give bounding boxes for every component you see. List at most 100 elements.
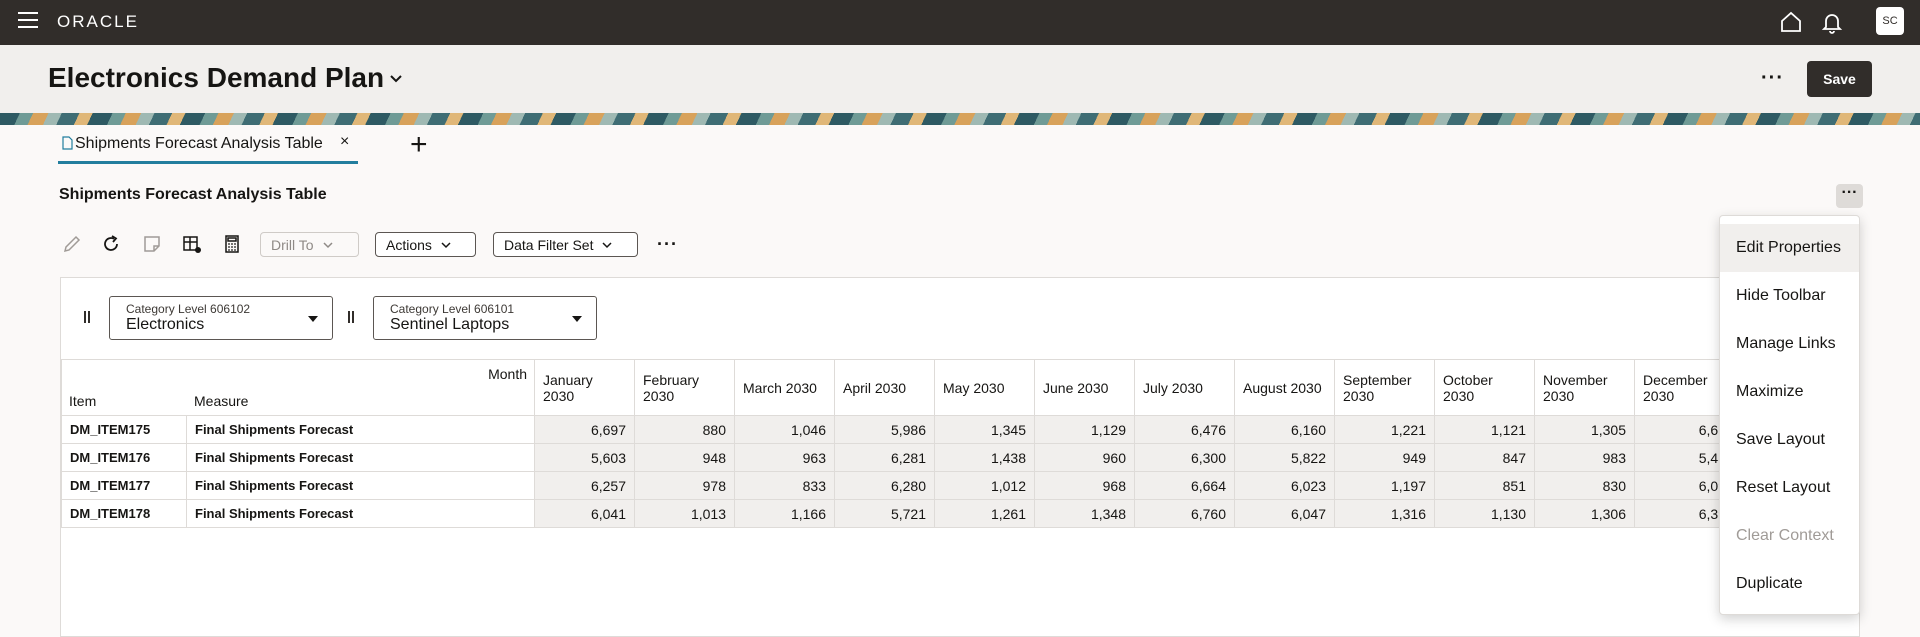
item-cell: DM_ITEM177 bbox=[61, 471, 187, 500]
menu-icon[interactable] bbox=[18, 12, 38, 30]
value-cell[interactable]: 1,121 bbox=[1434, 415, 1535, 444]
value-cell[interactable]: 963 bbox=[734, 443, 835, 472]
measure-cell: Final Shipments Forecast bbox=[186, 443, 535, 472]
value-cell[interactable]: 6,476 bbox=[1134, 415, 1235, 444]
column-header[interactable]: September 2030 bbox=[1334, 359, 1435, 416]
value-cell[interactable]: 6,257 bbox=[534, 471, 635, 500]
value-cell[interactable]: 1,129 bbox=[1034, 415, 1135, 444]
menu-item-edit-properties[interactable]: Edit Properties bbox=[1720, 224, 1859, 272]
grip-icon[interactable] bbox=[348, 310, 356, 324]
menu-item-save-layout[interactable]: Save Layout bbox=[1720, 416, 1859, 464]
category-level-606101-select[interactable]: Category Level 606101 Sentinel Laptops bbox=[373, 296, 597, 340]
value-cell[interactable]: 6,160 bbox=[1234, 415, 1335, 444]
value-cell[interactable]: 830 bbox=[1534, 471, 1635, 500]
value-cell[interactable]: 949 bbox=[1334, 443, 1435, 472]
note-icon[interactable] bbox=[141, 233, 163, 255]
table-row[interactable]: DM_ITEM175 Final Shipments Forecast 6,697 8… bbox=[61, 415, 1735, 444]
menu-item-reset-layout[interactable]: Reset Layout bbox=[1720, 464, 1859, 512]
value-cell[interactable]: 6,280 bbox=[834, 471, 935, 500]
value-cell[interactable]: 1,130 bbox=[1434, 499, 1535, 528]
value-cell[interactable]: 5,603 bbox=[534, 443, 635, 472]
value-cell[interactable]: 847 bbox=[1434, 443, 1535, 472]
column-header[interactable]: August 2030 bbox=[1234, 359, 1335, 416]
value-cell[interactable]: 948 bbox=[634, 443, 735, 472]
category-level-606102-select[interactable]: Category Level 606102 Electronics bbox=[109, 296, 333, 340]
value-cell[interactable]: 6,760 bbox=[1134, 499, 1235, 528]
column-header[interactable]: October 2030 bbox=[1434, 359, 1535, 416]
column-header[interactable]: April 2030 bbox=[834, 359, 935, 416]
value-cell[interactable]: 1,046 bbox=[734, 415, 835, 444]
value-cell[interactable]: 6,300 bbox=[1134, 443, 1235, 472]
value-cell[interactable]: 6,281 bbox=[834, 443, 935, 472]
value-cell[interactable]: 1,013 bbox=[634, 499, 735, 528]
toolbar-more-button[interactable]: ··· bbox=[657, 234, 678, 255]
column-header[interactable]: June 2030 bbox=[1034, 359, 1135, 416]
value-cell[interactable]: 880 bbox=[634, 415, 735, 444]
close-icon[interactable]: × bbox=[340, 133, 349, 151]
value-cell[interactable]: 6,023 bbox=[1234, 471, 1335, 500]
document-icon bbox=[62, 136, 73, 150]
page-title: Electronics Demand Plan bbox=[48, 62, 385, 93]
actions-button[interactable]: Actions bbox=[375, 232, 476, 257]
value-cell[interactable]: 6,041 bbox=[534, 499, 635, 528]
value-cell[interactable]: 1,305 bbox=[1534, 415, 1635, 444]
value-cell[interactable]: 960 bbox=[1034, 443, 1135, 472]
section-more-button[interactable]: ··· bbox=[1836, 184, 1863, 208]
column-header[interactable]: November 2030 bbox=[1534, 359, 1635, 416]
column-header[interactable]: March 2030 bbox=[734, 359, 835, 416]
table-row[interactable]: DM_ITEM176 Final Shipments Forecast 5,603 9… bbox=[61, 443, 1735, 472]
value-cell[interactable]: 6,664 bbox=[1134, 471, 1235, 500]
tab-shipments-forecast[interactable]: Shipments Forecast Analysis Table × bbox=[58, 132, 358, 164]
value-cell[interactable]: 1,261 bbox=[934, 499, 1035, 528]
value-cell[interactable]: 6,697 bbox=[534, 415, 635, 444]
calculator-icon[interactable] bbox=[221, 233, 243, 255]
value-cell[interactable]: 1,438 bbox=[934, 443, 1035, 472]
top-bar: ORACLE SC bbox=[0, 0, 1920, 45]
value-cell[interactable]: 833 bbox=[734, 471, 835, 500]
avatar[interactable]: SC bbox=[1876, 7, 1904, 35]
refresh-icon[interactable] bbox=[100, 233, 122, 255]
section-context-menu: Edit Properties Hide Toolbar Manage Links M… bbox=[1719, 215, 1860, 615]
table-row[interactable]: DM_ITEM178 Final Shipments Forecast 6,041 1… bbox=[61, 499, 1735, 528]
value-cell[interactable]: 1,012 bbox=[934, 471, 1035, 500]
drill-to-button[interactable]: Drill To bbox=[260, 232, 359, 257]
menu-item-manage-links[interactable]: Manage Links bbox=[1720, 320, 1859, 368]
oracle-logo: ORACLE bbox=[57, 12, 139, 31]
table-row[interactable]: DM_ITEM177 Final Shipments Forecast 6,257 9… bbox=[61, 471, 1735, 500]
home-icon[interactable] bbox=[1779, 10, 1803, 34]
column-header[interactable]: January 2030 bbox=[534, 359, 635, 416]
menu-item-duplicate[interactable]: Duplicate bbox=[1720, 560, 1859, 608]
menu-item-maximize[interactable]: Maximize bbox=[1720, 368, 1859, 416]
month-header: Month bbox=[488, 366, 527, 382]
add-icon[interactable]: + bbox=[410, 130, 428, 160]
value-cell[interactable]: 6,047 bbox=[1234, 499, 1335, 528]
section-title: Shipments Forecast Analysis Table bbox=[59, 186, 327, 203]
value-cell[interactable]: 1,345 bbox=[934, 415, 1035, 444]
value-cell[interactable]: 1,306 bbox=[1534, 499, 1635, 528]
value-cell[interactable]: 978 bbox=[634, 471, 735, 500]
column-header[interactable]: July 2030 bbox=[1134, 359, 1235, 416]
value-cell[interactable]: 1,348 bbox=[1034, 499, 1135, 528]
chevron-down-icon[interactable] bbox=[388, 71, 404, 87]
value-cell[interactable]: 5,986 bbox=[834, 415, 935, 444]
data-filter-set-button[interactable]: Data Filter Set bbox=[493, 232, 638, 257]
menu-item-hide-toolbar[interactable]: Hide Toolbar bbox=[1720, 272, 1859, 320]
value-cell[interactable]: 983 bbox=[1534, 443, 1635, 472]
value-cell[interactable]: 5,822 bbox=[1234, 443, 1335, 472]
value-cell[interactable]: 1,166 bbox=[734, 499, 835, 528]
value-cell[interactable]: 5,721 bbox=[834, 499, 935, 528]
value-cell[interactable]: 968 bbox=[1034, 471, 1135, 500]
header-more-button[interactable]: ··· bbox=[1761, 67, 1784, 90]
grip-icon[interactable] bbox=[84, 310, 92, 324]
save-button[interactable]: Save bbox=[1807, 61, 1872, 97]
column-header[interactable]: February 2030 bbox=[634, 359, 735, 416]
caret-down-icon bbox=[308, 316, 318, 322]
bell-icon[interactable] bbox=[1820, 10, 1844, 34]
pencil-icon[interactable] bbox=[61, 233, 83, 255]
column-header[interactable]: May 2030 bbox=[934, 359, 1035, 416]
value-cell[interactable]: 1,316 bbox=[1334, 499, 1435, 528]
value-cell[interactable]: 1,221 bbox=[1334, 415, 1435, 444]
value-cell[interactable]: 851 bbox=[1434, 471, 1535, 500]
table-settings-icon[interactable] bbox=[181, 233, 203, 255]
value-cell[interactable]: 1,197 bbox=[1334, 471, 1435, 500]
